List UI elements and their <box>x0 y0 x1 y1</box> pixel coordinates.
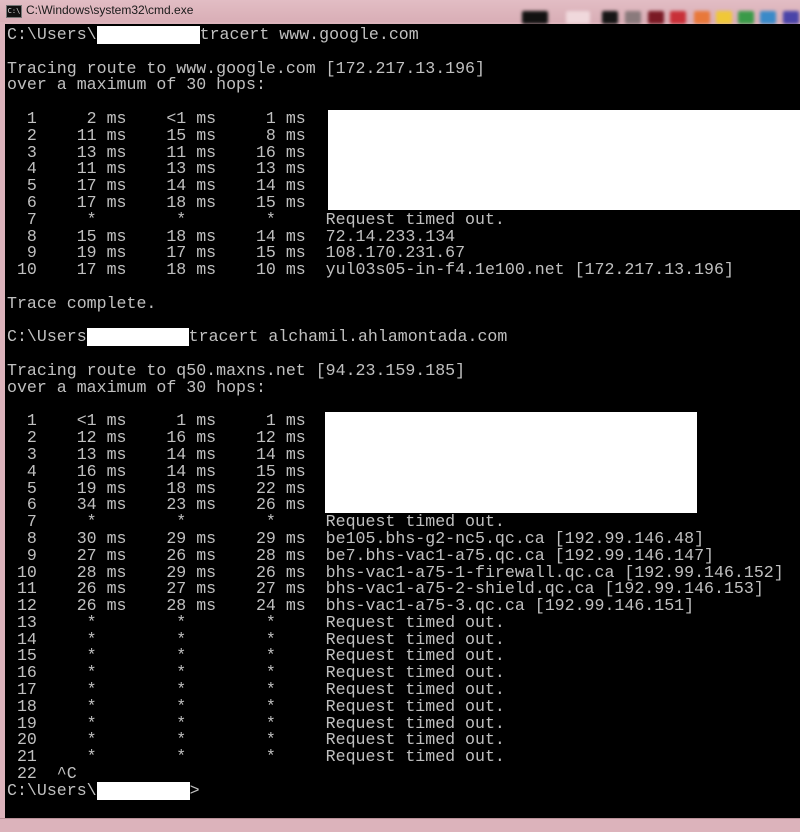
prompt-path: C:\Users <box>7 327 87 347</box>
output-line: 10 17 ms 18 ms 10 ms yul03s05-in-f4.1e10… <box>7 260 734 280</box>
redaction-box <box>328 110 800 210</box>
output-line: over a maximum of 30 hops: <box>7 377 266 397</box>
output-line: 22 ^C <box>7 764 77 784</box>
background-swatch <box>566 11 590 24</box>
redaction-box <box>325 412 697 513</box>
window-title: C:\Windows\system32\cmd.exe <box>26 3 194 17</box>
prompt-path: C:\Users\ <box>7 780 97 800</box>
redacted-username <box>96 26 200 44</box>
background-swatch <box>522 11 548 24</box>
prompt-path: C:\Users\ <box>7 25 97 44</box>
output-line: Trace complete. <box>7 293 157 313</box>
background-swatch <box>694 11 710 24</box>
background-swatch <box>625 11 641 24</box>
command-prompt-line: C:\Users\ > <box>7 780 784 800</box>
terminal-output[interactable]: C:\Users\ tracert www.google.com Tracing r… <box>5 24 800 818</box>
background-swatch <box>602 11 618 24</box>
background-swatch <box>648 11 664 24</box>
background-swatch <box>783 11 799 24</box>
output-line: over a maximum of 30 hops: <box>7 75 266 95</box>
background-swatch <box>760 11 776 24</box>
redacted-username <box>96 781 190 800</box>
command-text: tracert www.google.com <box>199 25 419 44</box>
background-swatch <box>716 11 732 24</box>
cmd-icon: C:\ <box>6 5 22 18</box>
output-line: 21 * * * Request timed out. <box>7 747 505 767</box>
background-swatch <box>670 11 686 24</box>
background-swatch <box>738 11 754 24</box>
output-line: 9 27 ms 26 ms 28 ms be7.bhs-vac1-a75.qc.… <box>7 545 715 565</box>
command-prompt-line: C:\Users\ tracert www.google.com <box>7 25 784 44</box>
window-bottom-border <box>0 818 800 832</box>
window-title-bar[interactable]: C:\ C:\Windows\system32\cmd.exe <box>0 0 800 24</box>
redacted-username <box>86 328 189 347</box>
command-prompt-line: C:\Users tracert alchamil.ahlamontada.com <box>7 327 784 347</box>
prompt-caret: > <box>189 780 200 800</box>
command-text: tracert alchamil.ahlamontada.com <box>188 327 508 347</box>
